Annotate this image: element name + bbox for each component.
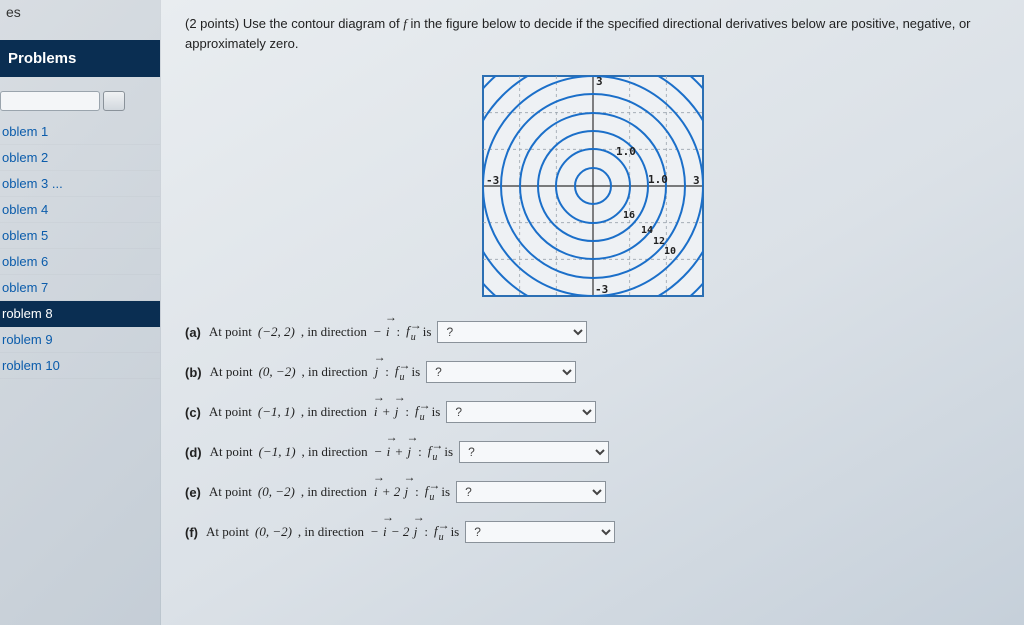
f-sub-u: f→u xyxy=(434,523,445,542)
sidebar-item-4[interactable]: oblem 4 xyxy=(0,197,160,223)
answer-select-a[interactable]: ? xyxy=(437,321,587,343)
part-row-d: (d) At point (−1, 1) , in direction − →i +… xyxy=(185,441,1000,463)
svg-text:3: 3 xyxy=(693,174,700,187)
is-text: is xyxy=(444,444,453,460)
svg-text:1.0: 1.0 xyxy=(648,173,668,186)
in-direction-text: , in direction xyxy=(301,404,367,420)
part-label: (b) xyxy=(185,365,202,380)
colon: : xyxy=(415,484,419,500)
at-point-text: At point xyxy=(209,324,252,340)
part-row-c: (c) At point (−1, 1) , in direction →i + →… xyxy=(185,401,1000,423)
in-direction-text: , in direction xyxy=(301,484,367,500)
contour-svg: 3 1.0 -3 -3 1.0 3 16 14 12 10 xyxy=(468,61,718,311)
direction-vector: →j xyxy=(374,364,380,380)
sidebar-item-9[interactable]: roblem 9 xyxy=(0,327,160,353)
part-label: (c) xyxy=(185,405,201,420)
question-text: (2 points) Use the contour diagram of f … xyxy=(185,14,1000,53)
is-text: is xyxy=(441,484,450,500)
sidebar-item-8[interactable]: roblem 8 xyxy=(0,301,160,327)
part-row-f: (f) At point (0, −2) , in direction − →i −… xyxy=(185,521,1000,543)
is-text: is xyxy=(423,324,432,340)
at-point-text: At point xyxy=(209,484,252,500)
sidebar-item-6[interactable]: oblem 6 xyxy=(0,249,160,275)
part-point: (0, −2) xyxy=(259,364,296,380)
svg-text:10: 10 xyxy=(664,246,676,257)
sidebar-list: oblem 1oblem 2oblem 3 ...oblem 4oblem 5o… xyxy=(0,119,160,379)
at-point-text: At point xyxy=(209,404,252,420)
colon: : xyxy=(418,444,422,460)
part-row-e: (e) At point (0, −2) , in direction →i + 2… xyxy=(185,481,1000,503)
part-row-a: (a)At point (−2, 2), in direction − →i: … xyxy=(185,321,1000,343)
part-point: (0, −2) xyxy=(258,484,295,500)
sidebar: es Problems oblem 1oblem 2oblem 3 ...obl… xyxy=(0,0,160,625)
sidebar-item-5[interactable]: oblem 5 xyxy=(0,223,160,249)
part-label: (d) xyxy=(185,445,202,460)
direction-vector: − →i xyxy=(373,324,391,340)
f-sub-u: f→u xyxy=(415,403,426,422)
part-label: (e) xyxy=(185,485,201,500)
f-sub-u: f→u xyxy=(428,443,439,462)
sidebar-item-2[interactable]: oblem 2 xyxy=(0,145,160,171)
colon: : xyxy=(424,524,428,540)
contour-figure: 3 1.0 -3 -3 1.0 3 16 14 12 10 xyxy=(185,61,1000,311)
svg-text:-3: -3 xyxy=(486,174,499,187)
direction-vector: →i + →j xyxy=(373,404,400,420)
answer-select-c[interactable]: ? xyxy=(446,401,596,423)
colon: : xyxy=(385,364,389,380)
direction-vector: →i + 2 →j xyxy=(373,484,409,500)
question-part1: Use the contour diagram of xyxy=(243,16,403,31)
corner-label: es xyxy=(2,2,25,22)
in-direction-text: , in direction xyxy=(298,524,364,540)
in-direction-text: , in direction xyxy=(302,444,368,460)
part-point: (0, −2) xyxy=(255,524,292,540)
sidebar-search xyxy=(0,91,152,111)
f-sub-u: f→u xyxy=(406,323,417,342)
sidebar-item-1[interactable]: oblem 1 xyxy=(0,119,160,145)
svg-text:1.0: 1.0 xyxy=(616,145,636,158)
part-point: (−2, 2) xyxy=(258,324,295,340)
sidebar-item-7[interactable]: oblem 7 xyxy=(0,275,160,301)
is-text: is xyxy=(451,524,460,540)
svg-text:3: 3 xyxy=(596,75,603,88)
answer-select-e[interactable]: ? xyxy=(456,481,606,503)
points-prefix: (2 points) xyxy=(185,16,243,31)
svg-text:16: 16 xyxy=(623,210,635,221)
part-row-b: (b) At point (0, −2) , in direction →j: f→… xyxy=(185,361,1000,383)
colon: : xyxy=(405,404,409,420)
in-direction-text: , in direction xyxy=(301,324,367,340)
part-point: (−1, 1) xyxy=(258,404,295,420)
main-content: (2 points) Use the contour diagram of f … xyxy=(160,0,1024,625)
f-sub-u: f→u xyxy=(395,363,406,382)
f-sub-u: f→u xyxy=(425,483,436,502)
at-point-text: At point xyxy=(210,364,253,380)
answer-select-f[interactable]: ? xyxy=(465,521,615,543)
part-point: (−1, 1) xyxy=(259,444,296,460)
svg-text:14: 14 xyxy=(641,225,653,236)
sidebar-header: Problems xyxy=(0,40,160,77)
at-point-text: At point xyxy=(206,524,249,540)
in-direction-text: , in direction xyxy=(302,364,368,380)
part-label: (a) xyxy=(185,325,201,340)
answer-select-d[interactable]: ? xyxy=(459,441,609,463)
search-input[interactable] xyxy=(0,91,100,111)
colon: : xyxy=(397,324,401,340)
search-go-button[interactable] xyxy=(103,91,125,111)
is-text: is xyxy=(411,364,420,380)
is-text: is xyxy=(432,404,441,420)
direction-vector: − →i + →j xyxy=(374,444,413,460)
part-label: (f) xyxy=(185,525,198,540)
sidebar-item-10[interactable]: roblem 10 xyxy=(0,353,160,379)
svg-text:-3: -3 xyxy=(595,283,608,296)
direction-vector: − →i − 2 →j xyxy=(370,524,418,540)
at-point-text: At point xyxy=(210,444,253,460)
question-parts: (a)At point (−2, 2), in direction − →i: … xyxy=(185,321,1000,543)
sidebar-item-3[interactable]: oblem 3 ... xyxy=(0,171,160,197)
answer-select-b[interactable]: ? xyxy=(426,361,576,383)
